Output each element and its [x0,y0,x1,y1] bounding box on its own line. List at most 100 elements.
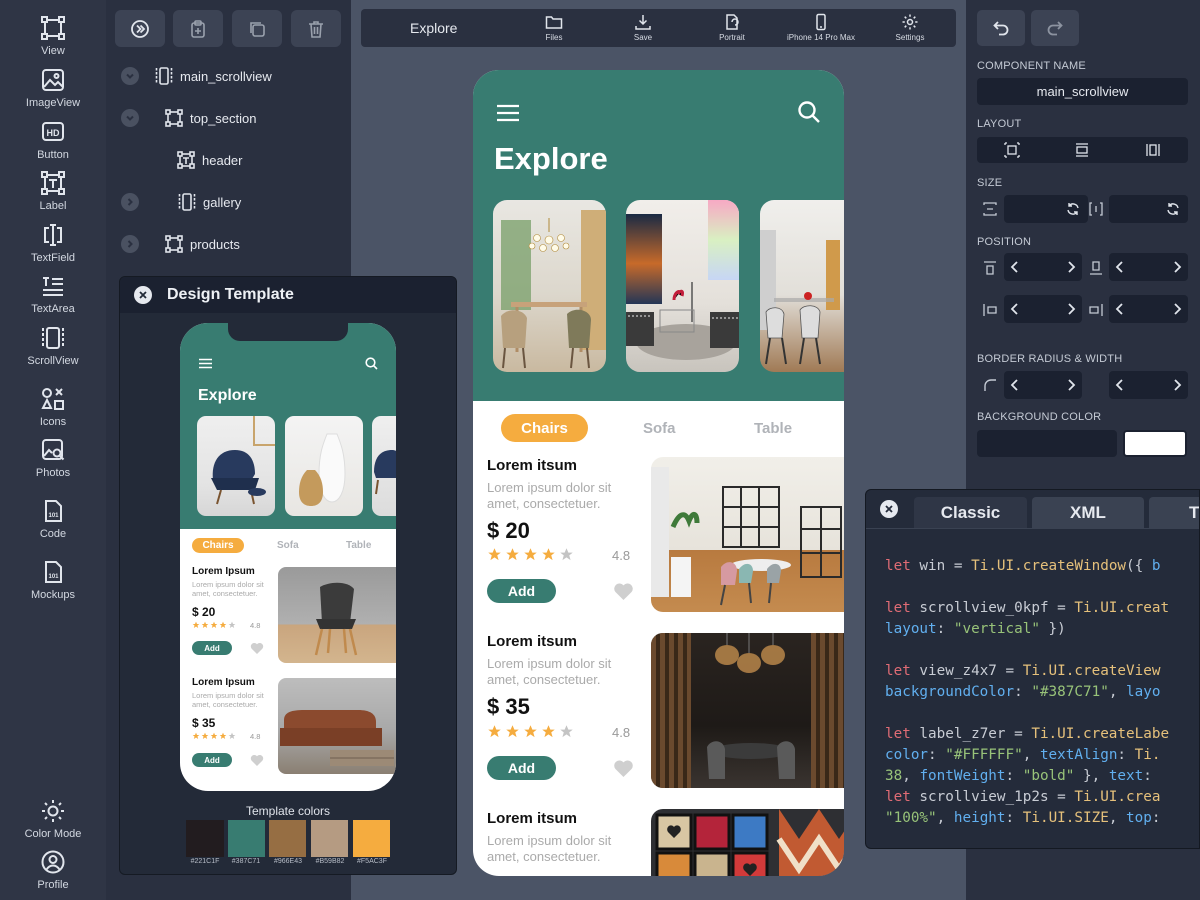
tree-toggle-top-section[interactable] [121,109,139,127]
tool-imageview[interactable]: ImageView [0,67,106,109]
color-swatch-tan[interactable] [311,820,348,857]
color-swatch-brown[interactable] [269,820,306,857]
heart-icon[interactable] [250,642,264,654]
layout-vertical-option[interactable] [1047,137,1117,163]
tool-scrollview[interactable]: ScrollView [0,325,106,367]
gallery-card[interactable] [197,416,275,516]
template-tab-chairs[interactable]: Chairs [192,538,244,553]
color-swatch-dark[interactable] [186,820,224,857]
heart-icon[interactable] [613,759,634,777]
collapse-button[interactable] [115,10,165,47]
gallery-card[interactable] [372,416,396,516]
tool-textarea[interactable]: TextArea [0,273,106,315]
tab-sofa[interactable]: Sofa [643,420,676,437]
code-line: let view_z4x7 = Ti.UI.createView [885,663,1161,679]
color-swatch-orange[interactable] [353,820,390,857]
tree-node-main-scrollview[interactable]: main_scrollview [154,64,272,88]
tree-node-products[interactable]: products [164,232,240,256]
code-file-icon: 101 [45,500,62,522]
border-width-stepper[interactable] [1109,371,1188,399]
tool-textfield[interactable]: TextField [0,222,106,264]
redo-button[interactable] [1031,10,1079,46]
tree-node-gallery[interactable]: gallery [177,190,241,214]
tool-profile[interactable]: Profile [0,849,106,891]
chevron-left-icon[interactable] [1115,379,1125,391]
template-phone-preview[interactable]: Explore Chairs Sofa Table Lorem Ipsum Lo… [180,323,396,791]
chevron-right-icon[interactable] [1172,261,1182,273]
chevron-right-icon[interactable] [1066,261,1076,273]
gallery-card[interactable] [626,200,739,372]
chevron-left-icon[interactable] [1010,303,1020,315]
chevron-right-icon[interactable] [1172,303,1182,315]
color-swatch-green[interactable] [228,820,265,857]
tool-icons[interactable]: Icons [0,386,106,428]
tool-view[interactable]: View [0,15,106,57]
right-stepper[interactable] [1109,295,1188,323]
height-input[interactable] [1109,195,1188,223]
background-color-swatch[interactable] [1123,430,1187,457]
tool-label[interactable]: Label [0,170,106,212]
component-name-input[interactable]: main_scrollview [977,78,1188,105]
rating-stars [487,547,574,562]
bottom-stepper[interactable] [1109,253,1188,281]
tool-button[interactable]: HD Button [0,119,106,161]
tab-table[interactable]: Table [754,420,792,437]
undo-button[interactable] [977,10,1025,46]
tool-color-mode[interactable]: Color Mode [0,798,106,840]
tab-xml[interactable]: XML [1032,497,1144,528]
tool-photos[interactable]: Photos [0,437,106,479]
menu-icon[interactable] [497,104,519,122]
tool-label: ScrollView [27,355,79,367]
files-button[interactable]: Files [514,13,594,42]
tool-mockups[interactable]: 101 Mockups [0,559,106,601]
tool-code[interactable]: 101 Code [0,498,106,540]
background-color-input[interactable] [977,430,1117,457]
top-stepper[interactable] [1004,253,1082,281]
template-tab-table[interactable]: Table [346,540,371,551]
gallery-card[interactable] [493,200,606,372]
portrait-button[interactable]: Portrait [692,13,772,42]
search-icon[interactable] [797,100,821,124]
chevron-right-icon[interactable] [1066,379,1076,391]
delete-button[interactable] [291,10,341,47]
left-stepper[interactable] [1004,295,1082,323]
width-input[interactable] [1004,195,1088,223]
gallery-card[interactable] [285,416,363,516]
chevron-left-icon[interactable] [1010,261,1020,273]
close-code-panel-button[interactable] [880,500,898,518]
tree-toggle-main[interactable] [121,67,139,85]
close-design-template-button[interactable] [134,286,152,304]
tree-node-top-section[interactable]: top_section [164,106,257,130]
tree-node-header[interactable]: header [176,148,242,172]
gallery-card[interactable] [760,200,844,372]
device-preview[interactable]: Explore Chairs Sofa Table Lorem itsum Lo… [473,70,844,876]
heart-icon[interactable] [613,582,634,600]
toolbar-label: Settings [895,33,925,42]
heart-icon[interactable] [250,754,264,766]
device-select[interactable]: iPhone 14 Pro Max [781,13,861,42]
chevron-left-icon[interactable] [1115,303,1125,315]
template-add-button[interactable]: Add [192,753,232,767]
tab-chairs[interactable]: Chairs [501,414,588,442]
border-radius-stepper[interactable] [1004,371,1082,399]
layout-composite-option[interactable] [977,137,1047,163]
add-to-cart-button[interactable]: Add [487,579,556,603]
button-hd-icon: HD [42,122,64,141]
layout-horizontal-option[interactable] [1117,137,1188,163]
paste-button[interactable] [173,10,223,47]
tree-toggle-gallery[interactable] [121,193,139,211]
rainbow-light [708,200,739,280]
save-button[interactable]: Save [603,13,683,42]
chevron-right-icon[interactable] [1066,303,1076,315]
settings-button[interactable]: Settings [870,13,950,42]
chevron-left-icon[interactable] [1115,261,1125,273]
chevron-right-icon[interactable] [1172,379,1182,391]
template-tab-sofa[interactable]: Sofa [277,540,299,551]
chevron-left-icon[interactable] [1010,379,1020,391]
tree-toggle-products[interactable] [121,235,139,253]
tab-third[interactable]: T [1149,497,1199,528]
tab-classic[interactable]: Classic [914,497,1027,528]
add-to-cart-button[interactable]: Add [487,756,556,780]
duplicate-button[interactable] [232,10,282,47]
template-add-button[interactable]: Add [192,641,232,655]
